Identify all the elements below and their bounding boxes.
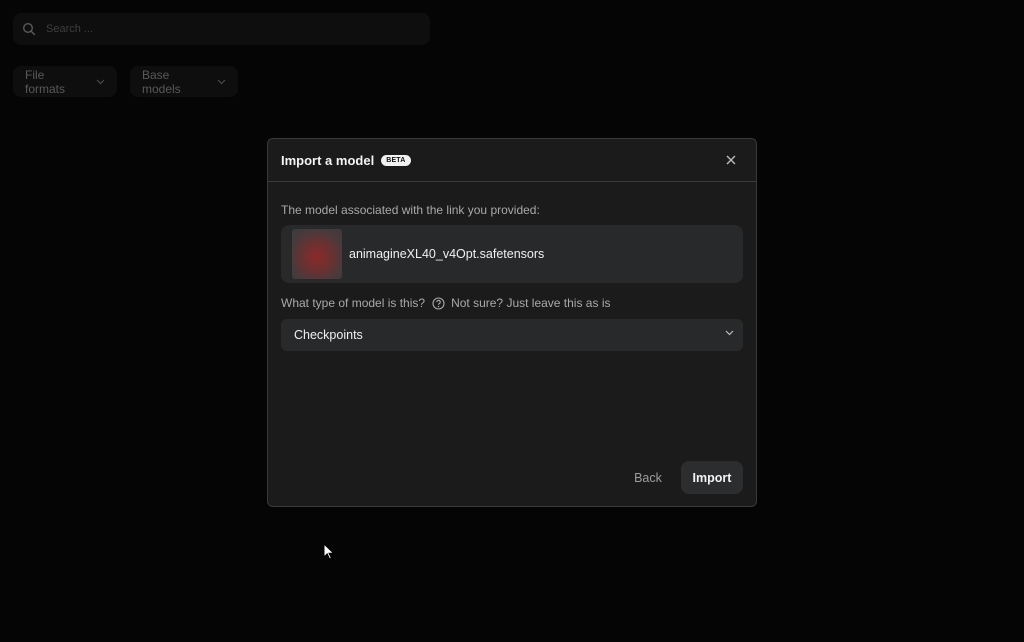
model-type-question: What type of model is this? [281,296,426,310]
model-type-select[interactable]: Checkpoints [281,319,743,351]
search-input[interactable] [46,23,406,35]
model-type-hint: Not sure? Just leave this as is [451,296,611,310]
chevron-down-icon [725,330,734,336]
model-card: animagineXL40_v4Opt.safetensors [281,225,743,283]
file-formats-filter[interactable]: File formats [13,66,117,97]
filter-label: File formats [25,67,66,96]
filter-label: Base models [142,67,181,96]
model-type-row: What type of model is this? Not sure? Ju… [281,296,610,310]
beta-badge: BETA [381,154,411,166]
import-button[interactable]: Import [681,461,743,494]
model-thumbnail [292,229,342,279]
chevron-down-icon [217,79,226,85]
import-model-dialog: Import a model BETA The model associated… [267,138,757,507]
dialog-header: Import a model BETA [268,139,756,182]
search-bar[interactable] [13,13,430,45]
associated-model-label: The model associated with the link you p… [281,203,540,217]
model-type-selected: Checkpoints [294,328,363,342]
mouse-cursor-icon [323,543,335,560]
page: File formats Base models Import a model … [0,0,1024,642]
dialog-title: Import a model [281,152,375,168]
back-button[interactable]: Back [622,462,674,494]
chevron-down-icon [96,79,105,85]
help-circle-icon[interactable] [432,296,445,310]
model-filename: animagineXL40_v4Opt.safetensors [349,247,545,261]
search-icon [22,22,36,36]
base-models-filter[interactable]: Base models [130,66,238,97]
close-icon[interactable] [725,154,737,166]
